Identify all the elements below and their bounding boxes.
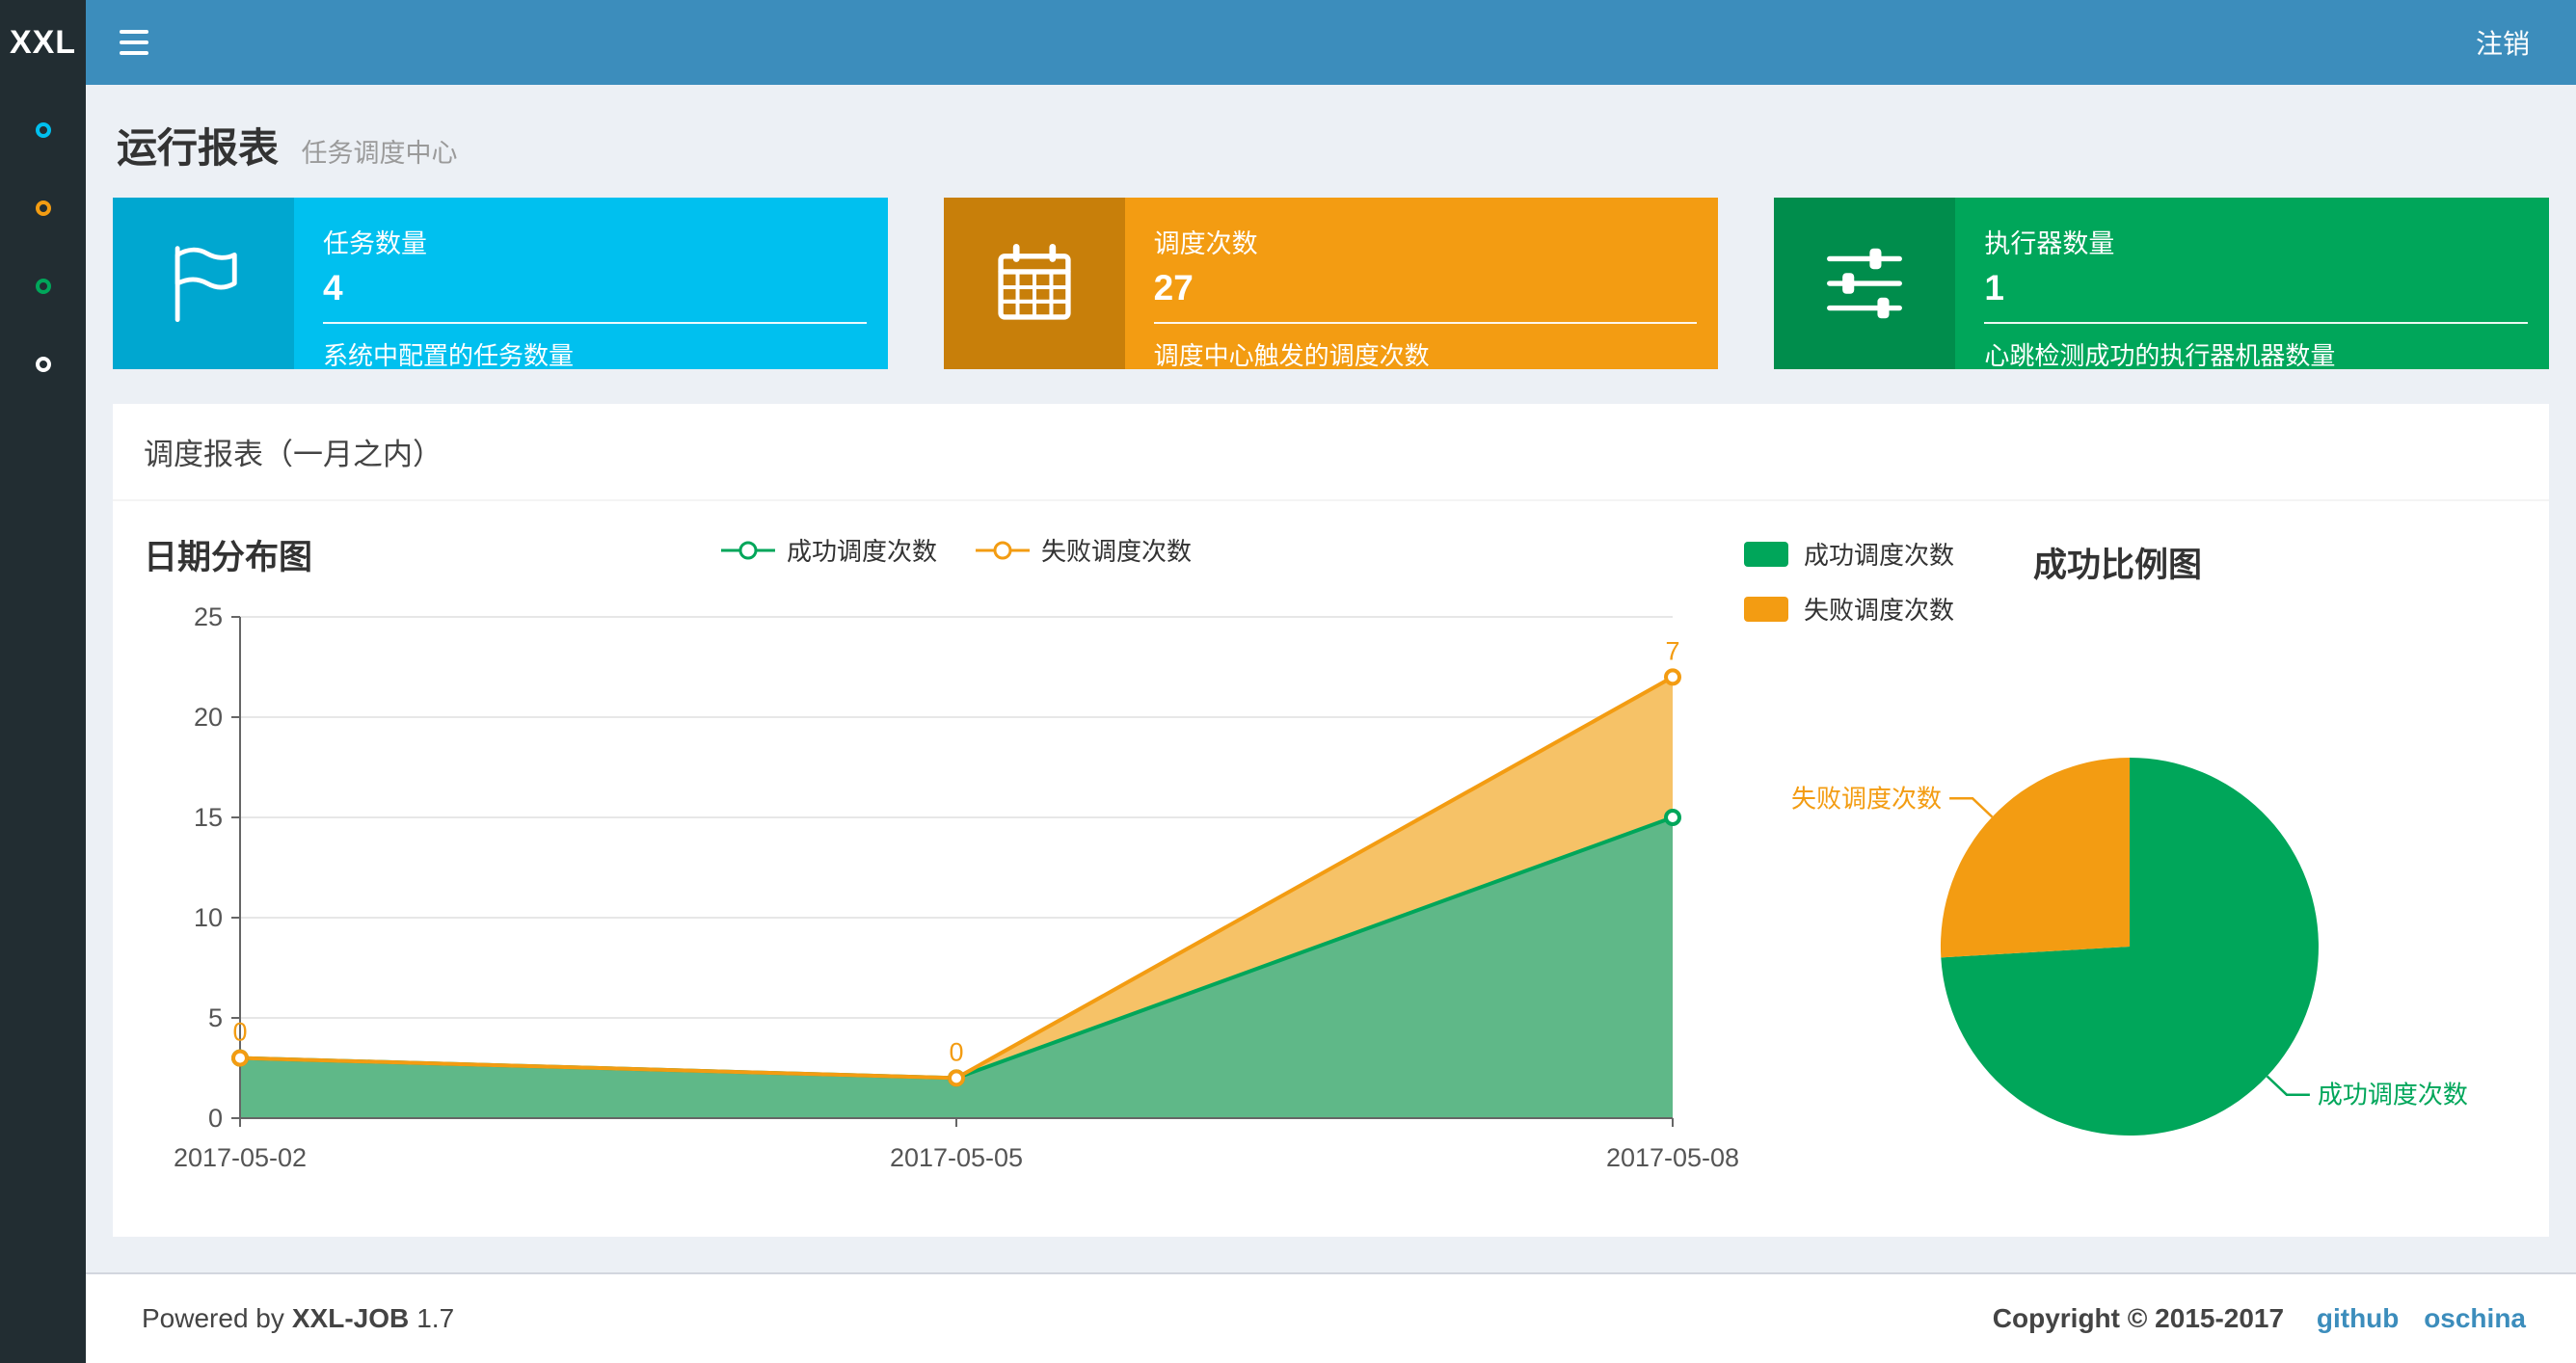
- app-logo[interactable]: XXL: [0, 0, 86, 85]
- navbar: 注销: [86, 0, 2576, 85]
- page-subtitle: 任务调度中心: [301, 139, 458, 168]
- pie-chart-title: 成功比例图: [2033, 547, 2203, 584]
- logout-link[interactable]: 注销: [2476, 23, 2576, 62]
- main-layout: 运行报表 任务调度中心 任务数量 4 系统中配置的任务数量 调度次数 27 调度…: [0, 85, 2576, 1363]
- topbar: XXL 注销: [0, 0, 2576, 85]
- hamburger-bar: [120, 51, 148, 55]
- svg-text:0: 0: [232, 1018, 247, 1047]
- copyright-text: Copyright © 2015-2017: [1992, 1303, 2285, 1333]
- info-box-label: 执行器数量: [1984, 229, 2115, 258]
- success-ratio-chart: 成功调度次数 失败调度次数 成功调度次数 失败调度次数 成功比例图: [1744, 530, 2520, 1202]
- info-box-value: 4: [323, 268, 343, 307]
- info-box-executors: 执行器数量 1 心跳检测成功的执行器机器数量: [1774, 198, 2550, 370]
- legend-label: 成功调度次数: [786, 537, 937, 566]
- divider: [1984, 322, 2529, 324]
- svg-text:成功调度次数: 成功调度次数: [2318, 1081, 2468, 1109]
- sidebar-item-2-circle-icon[interactable]: [35, 200, 51, 216]
- info-box-triggers: 调度次数 27 调度中心触发的调度次数: [943, 198, 1719, 370]
- info-box-label: 任务数量: [323, 229, 427, 258]
- svg-text:15: 15: [194, 803, 223, 832]
- flag-icon: [113, 198, 294, 369]
- svg-text:25: 25: [194, 602, 223, 631]
- svg-text:2017-05-08: 2017-05-08: [1606, 1143, 1739, 1172]
- panel-title: 调度报表（一月之内）: [113, 404, 2549, 501]
- schedule-report-panel: 调度报表（一月之内） 日期分布图 成功调度次数 失败调度次数 0 5 10 15 20 25…: [113, 404, 2549, 1237]
- svg-text:10: 10: [194, 903, 223, 932]
- sliders-icon: [1774, 198, 1956, 369]
- svg-text:7: 7: [1665, 636, 1679, 665]
- date-distribution-chart: 日期分布图 成功调度次数 失败调度次数 0 5 10 15 20 25 2017-05-02 2…: [144, 530, 1744, 1202]
- sidebar-item-4-circle-icon[interactable]: [35, 357, 51, 372]
- svg-text:0: 0: [949, 1037, 963, 1066]
- hamburger-menu-button[interactable]: [86, 0, 182, 85]
- info-box-caption: 系统中配置的任务数量: [323, 341, 575, 370]
- divider: [1153, 322, 1698, 324]
- hamburger-bar: [120, 40, 148, 44]
- info-box-caption: 调度中心触发的调度次数: [1153, 341, 1430, 370]
- content-area: 运行报表 任务调度中心 任务数量 4 系统中配置的任务数量 调度次数 27 调度…: [86, 85, 2576, 1363]
- page-title: 运行报表: [117, 125, 280, 171]
- hamburger-bar: [120, 30, 148, 34]
- calendar-icon: [943, 198, 1125, 369]
- info-box-label: 调度次数: [1153, 229, 1258, 258]
- info-box-value: 27: [1153, 268, 1194, 307]
- svg-text:20: 20: [194, 703, 223, 732]
- oschina-link[interactable]: oschina: [2424, 1303, 2526, 1333]
- info-box-value: 1: [1984, 268, 2004, 307]
- pie-chart: 成功调度次数 失败调度次数: [1791, 758, 2468, 1136]
- svg-text:失败调度次数: 失败调度次数: [1791, 784, 1942, 813]
- svg-text:2017-05-02: 2017-05-02: [174, 1143, 307, 1172]
- powered-by-text: Powered by XXL-JOB 1.7: [142, 1303, 454, 1334]
- product-version: 1.7: [416, 1303, 455, 1333]
- sidebar-item-3-circle-icon[interactable]: [35, 279, 51, 294]
- footer-links: Copyright © 2015-2017 github oschina: [1985, 1303, 2526, 1334]
- line-chart: 05101520252017-05-02 2017-05-05 2017-05-08…: [174, 602, 1739, 1172]
- sidebar-item-1-circle-icon[interactable]: [35, 122, 51, 138]
- legend-item-失败调度次数[interactable]: 失败调度次数: [976, 532, 1192, 568]
- line-chart-legend: 成功调度次数 失败调度次数: [720, 532, 1192, 568]
- product-name: XXL-JOB: [291, 1303, 410, 1333]
- info-box-jobs: 任务数量 4 系统中配置的任务数量: [113, 198, 888, 370]
- info-box-caption: 心跳检测成功的执行器机器数量: [1984, 341, 2336, 370]
- sidebar: [0, 85, 86, 1363]
- panel-body: 日期分布图 成功调度次数 失败调度次数 0 5 10 15 20 25 2017-05-02 2…: [113, 501, 2549, 1237]
- info-box-row: 任务数量 4 系统中配置的任务数量 调度次数 27 调度中心触发的调度次数 执行…: [86, 198, 2576, 370]
- line-chart-title: 日期分布图: [144, 539, 313, 576]
- svg-text:2017-05-05: 2017-05-05: [890, 1143, 1023, 1172]
- page-header: 运行报表 任务调度中心: [86, 85, 2576, 198]
- svg-text:0: 0: [208, 1104, 223, 1133]
- legend-item-成功调度次数[interactable]: 成功调度次数: [720, 532, 937, 568]
- svg-text:5: 5: [208, 1003, 223, 1032]
- github-link[interactable]: github: [2317, 1303, 2400, 1333]
- powered-prefix: Powered by: [142, 1303, 284, 1333]
- footer: Powered by XXL-JOB 1.7 Copyright © 2015-20…: [86, 1272, 2576, 1363]
- legend-label: 失败调度次数: [1041, 537, 1193, 566]
- divider: [323, 322, 867, 324]
